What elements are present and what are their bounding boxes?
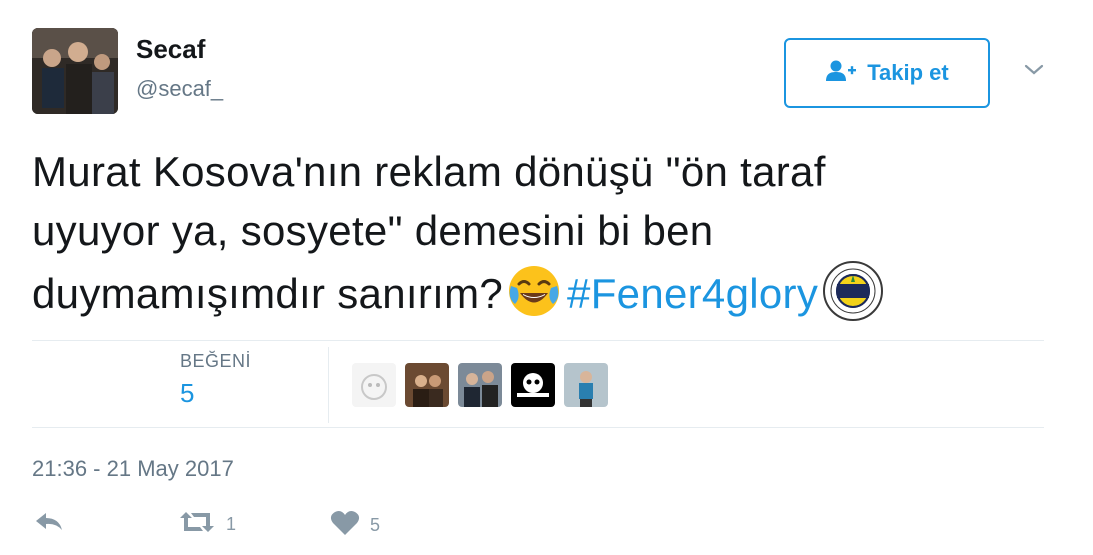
fenerbahce-badge-icon[interactable]: [822, 260, 884, 337]
tweet-header: Secaf @secaf_ Takip et: [32, 28, 1062, 118]
avatar[interactable]: [32, 28, 118, 114]
tweet-text-segment: duymamışımdır sanırım?: [32, 270, 504, 317]
face-with-tears-of-joy-icon: [507, 264, 561, 333]
like-button[interactable]: 5: [330, 510, 380, 541]
tweet-text-line: Murat Kosova'nın reklam dönüşü "ön taraf: [32, 148, 826, 195]
retweet-button[interactable]: 1: [178, 510, 236, 539]
likes-label: BEĞENİ: [180, 351, 252, 371]
follow-button[interactable]: Takip et: [784, 38, 990, 108]
user-handle[interactable]: @secaf_: [136, 76, 223, 102]
liker-avatar[interactable]: [511, 363, 555, 407]
retweet-count: 1: [226, 514, 237, 534]
tweet-text: Murat Kosova'nın reklam dönüşü "ön taraf…: [32, 142, 1062, 337]
likers-list: [352, 363, 608, 407]
display-name[interactable]: Secaf: [136, 34, 205, 65]
liker-avatar[interactable]: [458, 363, 502, 407]
retweet-icon: [178, 510, 216, 539]
likes-count: 5: [180, 378, 195, 408]
user-follow-icon: [825, 60, 857, 87]
chevron-down-icon[interactable]: [1022, 58, 1046, 82]
likes-stat[interactable]: BEĞENİ 5: [180, 351, 251, 409]
heart-icon: [330, 510, 360, 541]
tweet-text-line: uyuyor ya, sosyete" demesini bi ben: [32, 207, 714, 254]
tweet-actions: 1 5: [32, 510, 532, 544]
liker-avatar[interactable]: [405, 363, 449, 407]
tweet-stats: BEĞENİ 5: [32, 340, 1044, 428]
reply-icon: [34, 510, 66, 539]
follow-button-label: Takip et: [867, 60, 949, 85]
divider: [328, 347, 329, 423]
tweet-text-line: duymamışımdır sanırım? #Fener4glory: [32, 260, 1062, 337]
liker-avatar[interactable]: [352, 363, 396, 407]
reply-button[interactable]: [34, 510, 66, 539]
hashtag-link[interactable]: #Fener4glory: [567, 270, 818, 317]
tweet-timestamp[interactable]: 21:36 - 21 May 2017: [32, 456, 234, 482]
like-count: 5: [370, 515, 381, 535]
liker-avatar[interactable]: [564, 363, 608, 407]
